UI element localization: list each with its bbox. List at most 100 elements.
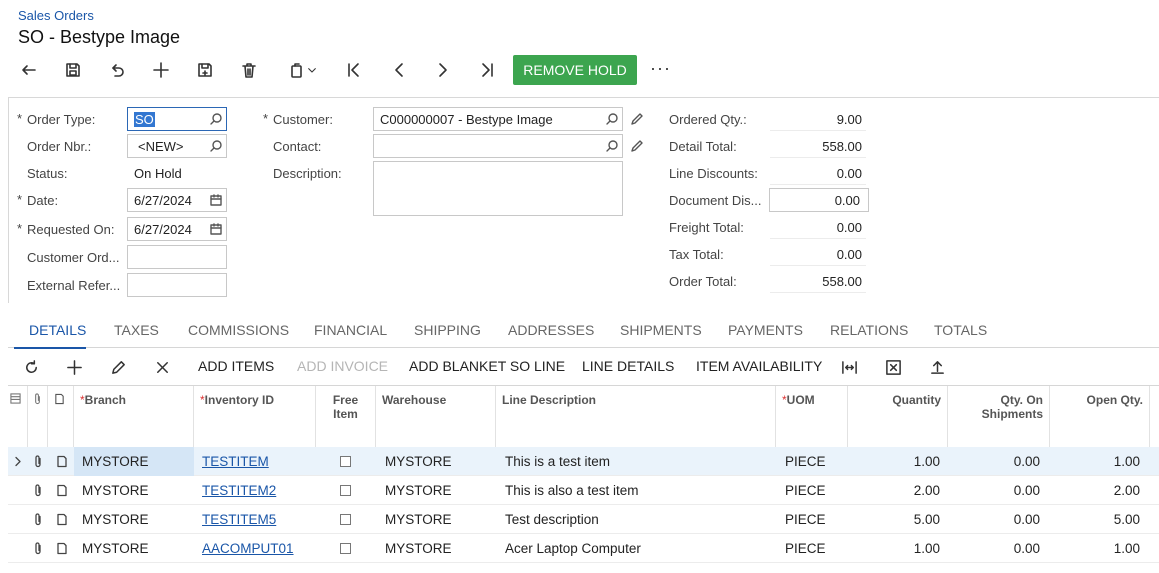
cell-quantity[interactable]: 1.00 [848,447,940,476]
edit-icon[interactable] [629,138,645,154]
column-inventory-id[interactable]: *Inventory ID [194,386,316,447]
cell-branch[interactable]: MYSTORE [74,534,194,563]
note-icon[interactable] [55,483,69,497]
upload-icon[interactable] [928,358,946,376]
item-availability-button[interactable]: ITEM AVAILABILITY [696,358,822,374]
first-record-icon[interactable] [341,58,367,82]
description-field[interactable] [373,161,623,216]
cell-warehouse[interactable]: MYSTORE [385,534,495,563]
document-discount-field[interactable]: 0.00 [769,188,869,212]
cell-warehouse[interactable]: MYSTORE [385,447,495,476]
free-item-checkbox[interactable] [340,456,351,467]
free-item-checkbox[interactable] [340,514,351,525]
edit-row-icon[interactable] [109,358,127,376]
tab-shipping[interactable]: SHIPPING [414,322,481,338]
undo-icon[interactable] [104,58,130,82]
back-icon[interactable] [16,58,42,82]
add-row-icon[interactable] [65,358,83,376]
breadcrumb[interactable]: Sales Orders [18,8,94,23]
row-selector-icon[interactable] [11,454,25,468]
row-settings-icon[interactable] [8,386,28,447]
attachment-icon[interactable] [31,454,45,468]
free-item-checkbox[interactable] [340,543,351,554]
cell-uom[interactable]: PIECE [785,447,845,476]
cell-inventory-id[interactable]: TESTITEM5 [202,505,312,534]
cell-uom[interactable]: PIECE [785,476,845,505]
tab-relations[interactable]: RELATIONS [830,322,908,338]
cell-line-description[interactable]: This is also a test item [505,476,775,505]
column-uom[interactable]: *UOM [776,386,848,447]
cell-uom[interactable]: PIECE [785,534,845,563]
inventory-id-link[interactable]: TESTITEM5 [202,512,276,527]
cell-line-description[interactable]: Test description [505,505,775,534]
column-branch[interactable]: *Branch [74,386,194,447]
search-icon[interactable] [208,111,224,127]
add-icon[interactable] [148,58,174,82]
column-qty-on-shipments[interactable]: Qty. On Shipments [948,386,1050,447]
cell-warehouse[interactable]: MYSTORE [385,476,495,505]
table-row[interactable]: MYSTORE TESTITEM MYSTORE This is a test … [8,447,1159,476]
tab-shipments[interactable]: SHIPMENTS [620,322,702,338]
cell-quantity[interactable]: 2.00 [848,476,940,505]
column-open-qty[interactable]: Open Qty. [1050,386,1150,447]
cell-inventory-id[interactable]: TESTITEM [202,447,312,476]
refresh-icon[interactable] [22,358,40,376]
free-item-checkbox[interactable] [340,485,351,496]
cell-quantity[interactable]: 5.00 [848,505,940,534]
inventory-id-link[interactable]: TESTITEM2 [202,483,276,498]
calendar-icon[interactable] [208,192,224,208]
add-items-button[interactable]: ADD ITEMS [198,358,274,374]
note-icon[interactable] [55,454,69,468]
cell-inventory-id[interactable]: TESTITEM2 [202,476,312,505]
attachment-icon[interactable] [31,541,45,555]
search-icon[interactable] [604,111,620,127]
cell-branch[interactable]: MYSTORE [74,505,194,534]
add-invoice-button[interactable]: ADD INVOICE [297,358,388,374]
table-row[interactable]: MYSTORE TESTITEM5 MYSTORE Test descripti… [8,505,1159,534]
column-line-description[interactable]: Line Description [496,386,776,447]
cell-quantity[interactable]: 1.00 [848,534,940,563]
edit-icon[interactable] [629,111,645,127]
column-quantity[interactable]: Quantity [848,386,948,447]
delete-icon[interactable] [236,58,262,82]
export-excel-icon[interactable] [884,358,902,376]
inventory-id-link[interactable]: AACOMPUT01 [202,541,294,556]
column-free-item[interactable]: Free Item [316,386,376,447]
search-icon[interactable] [208,138,224,154]
cell-inventory-id[interactable]: AACOMPUT01 [202,534,312,563]
cell-uom[interactable]: PIECE [785,505,845,534]
note-icon[interactable] [55,512,69,526]
customer-order-field[interactable] [127,245,227,269]
tab-details[interactable]: DETAILS [29,322,86,338]
contact-field[interactable] [373,134,623,158]
cell-line-description[interactable]: This is a test item [505,447,775,476]
cell-branch[interactable]: MYSTORE [74,476,194,505]
more-actions-icon[interactable]: ··· [650,58,671,79]
tab-financial[interactable]: FINANCIAL [314,322,387,338]
note-icon[interactable] [55,541,69,555]
remove-hold-button[interactable]: REMOVE HOLD [513,55,637,85]
last-record-icon[interactable] [474,58,500,82]
previous-record-icon[interactable] [386,58,412,82]
save-icon[interactable] [60,58,86,82]
add-blanket-so-line-button[interactable]: ADD BLANKET SO LINE [409,358,565,374]
calendar-icon[interactable] [208,221,224,237]
column-warehouse[interactable]: Warehouse [376,386,496,447]
cell-line-description[interactable]: Acer Laptop Computer [505,534,775,563]
cell-branch[interactable]: MYSTORE [74,447,194,476]
cell-warehouse[interactable]: MYSTORE [385,505,495,534]
table-row[interactable]: MYSTORE AACOMPUT01 MYSTORE Acer Laptop C… [8,534,1159,563]
tab-payments[interactable]: PAYMENTS [728,322,803,338]
tab-commissions[interactable]: COMMISSIONS [188,322,289,338]
attachment-icon[interactable] [31,512,45,526]
tab-taxes[interactable]: TAXES [114,322,159,338]
save-and-add-icon[interactable] [192,58,218,82]
fit-columns-icon[interactable] [840,358,858,376]
customer-field[interactable]: C000000007 - Bestype Image [373,107,623,131]
delete-row-icon[interactable] [153,358,171,376]
copy-paste-icon[interactable] [280,58,326,82]
next-record-icon[interactable] [430,58,456,82]
line-details-button[interactable]: LINE DETAILS [582,358,674,374]
table-row[interactable]: MYSTORE TESTITEM2 MYSTORE This is also a… [8,476,1159,505]
tab-addresses[interactable]: ADDRESSES [508,322,594,338]
